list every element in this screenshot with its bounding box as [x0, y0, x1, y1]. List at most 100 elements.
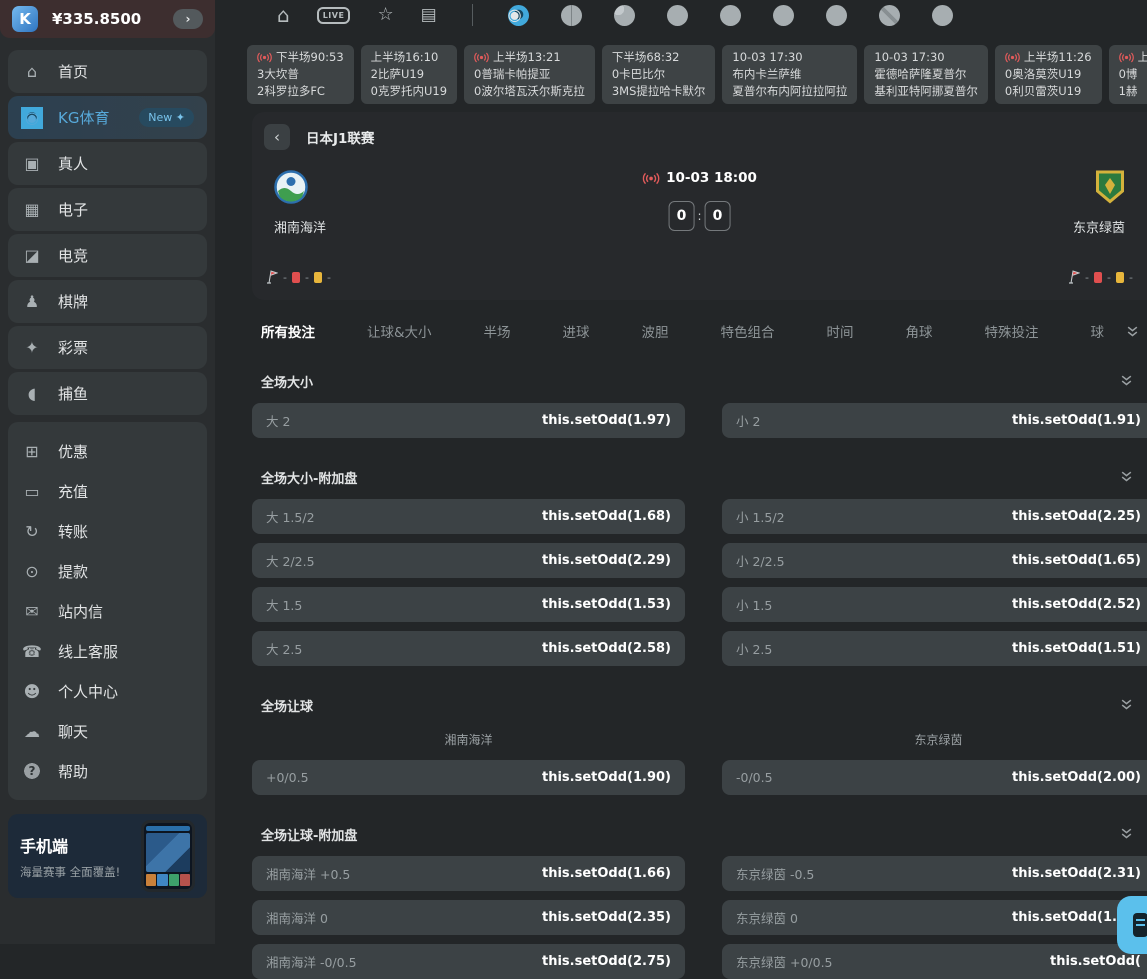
live-icon [257, 52, 272, 63]
corner-flag-icon [266, 270, 278, 284]
badminton-icon[interactable] [667, 5, 688, 26]
bet-option[interactable]: 大 1.5 this.setOdd(1.53) [252, 587, 685, 622]
sidebar-menu-item[interactable]: ⊞ 优惠 [8, 431, 207, 471]
bet-option[interactable]: 小 2.5 this.setOdd(1.51) [722, 631, 1147, 666]
more-tabs-chevron-icon[interactable] [1126, 323, 1139, 342]
sidebar-menu-item[interactable]: ▭ 充值 [8, 471, 207, 511]
handicap-team-headers: 湘南海洋 东京绿茵 [252, 731, 1147, 748]
bet-option[interactable]: 小 2 this.setOdd(1.91) [722, 403, 1147, 438]
sidebar-nav-item[interactable]: ◪ 电竞 [8, 234, 207, 277]
bet-label: -0/0.5 [736, 770, 773, 785]
sidebar-item-label: 转账 [58, 521, 88, 542]
match-card[interactable]: 10-03 17:30 布内卡兰萨维 夏普尔布内阿拉拉阿拉 [722, 45, 857, 104]
sidebar-menu-item[interactable]: ☎ 线上客服 [8, 631, 207, 671]
yellow-card-icon [314, 272, 322, 283]
sidebar-nav-item[interactable]: ▣ 真人 [8, 142, 207, 185]
market-tab[interactable]: 球 [1091, 321, 1105, 341]
bet-option[interactable]: 小 1.5/2 this.setOdd(2.25) [722, 499, 1147, 534]
match-card[interactable]: 下半场68:32 0卡巴比尔 3MS提拉哈卡默尔 [602, 45, 716, 104]
match-away-team: 0波尔塔瓦沃尔斯克拉 [474, 83, 585, 100]
market-tab[interactable]: 让球&大小 [367, 321, 432, 341]
cricket-icon[interactable] [879, 5, 900, 26]
bet-option[interactable]: 东京绿茵 0 this.setOdd(1.64) [722, 900, 1147, 935]
market-tab[interactable]: 所有投注 [261, 321, 315, 341]
baseball-icon[interactable] [614, 5, 635, 26]
hockey-icon[interactable] [932, 5, 953, 26]
bet-label: 东京绿茵 +0/0.5 [736, 952, 833, 971]
sidebar-menu-item[interactable]: ☻ 个人中心 [8, 671, 207, 711]
table-tennis-icon[interactable] [720, 5, 741, 26]
wallet-icon: ▭ [21, 480, 43, 502]
basketball-icon[interactable] [561, 5, 582, 26]
sidebar-menu-item[interactable]: ? 帮助 [8, 751, 207, 791]
sidebar-nav-item[interactable]: ⌂ 首页 [8, 50, 207, 93]
news-icon[interactable]: ▤ [421, 7, 437, 24]
collapse-chevron-icon[interactable] [1120, 468, 1133, 487]
bet-row: 大 1.5/2 this.setOdd(1.68) 小 1.5/2 this.s… [252, 499, 1147, 534]
sidebar-nav-item[interactable]: ▦ 电子 [8, 188, 207, 231]
bet-option[interactable]: 大 2.5 this.setOdd(2.58) [252, 631, 685, 666]
bet-option[interactable]: 小 2/2.5 this.setOdd(1.65) [722, 543, 1147, 578]
match-card[interactable]: 上半场13:21 0普瑞卡帕提亚 0波尔塔瓦沃尔斯克拉 [464, 45, 595, 104]
bet-option[interactable]: 湘南海洋 0 this.setOdd(2.35) [252, 900, 685, 935]
live-icon[interactable]: LIVE [317, 7, 351, 24]
bet-option[interactable]: 大 1.5/2 this.setOdd(1.68) [252, 499, 685, 534]
match-card[interactable]: 上半场 0博 1赫 [1109, 45, 1147, 104]
match-card[interactable]: 下半场90:53 3大坎普 2科罗拉多FC [247, 45, 354, 104]
match-home-team: 0博 [1119, 66, 1147, 83]
bet-option[interactable]: 大 2 this.setOdd(1.97) [252, 403, 685, 438]
bet-option[interactable]: 大 2/2.5 this.setOdd(2.29) [252, 543, 685, 578]
market-tab[interactable]: 时间 [827, 321, 854, 341]
collapse-chevron-icon[interactable] [1120, 372, 1133, 391]
sidebar-nav-item[interactable]: ◉ KG体育 New ✦ [8, 96, 207, 139]
sidebar-menu-item[interactable]: ✉ 站内信 [8, 591, 207, 631]
bet-option[interactable]: +0/0.5 this.setOdd(1.90) [252, 760, 685, 795]
bet-option[interactable]: 湘南海洋 -0/0.5 this.setOdd(2.75) [252, 944, 685, 979]
match-card[interactable]: 上半场16:10 2比萨U19 0克罗托内U19 [361, 45, 457, 104]
collapse-chevron-icon[interactable] [1120, 696, 1133, 715]
brand-card: K ¥335.8500 › [0, 0, 215, 38]
phone-mockup [141, 820, 195, 892]
market-tab[interactable]: 进球 [563, 321, 590, 341]
home-stats: - - - [266, 270, 331, 284]
market-tab[interactable]: 波胆 [642, 321, 669, 341]
match-away-team: 2科罗拉多FC [257, 83, 344, 100]
main-content: ⌂ LIVE ☆ ▤ ◉ 下半场90:53 3大坎普 2科罗拉多FC [215, 0, 1147, 944]
match-card[interactable]: 10-03 17:30 霍德哈萨隆夏普尔 基利亚特阿挪夏普尔 [864, 45, 988, 104]
bet-option[interactable]: 小 1.5 this.setOdd(2.52) [722, 587, 1147, 622]
home-icon[interactable]: ⌂ [277, 5, 290, 25]
mobile-app-promo-banner[interactable]: 手机端 海量赛事 全面覆盖! [8, 814, 207, 898]
bet-option[interactable]: 东京绿茵 -0.5 this.setOdd(2.31) [722, 856, 1147, 891]
section-handicap-extra: 全场让球-附加盘 湘南海洋 +0.5 this.setOdd(1.66) 东京绿… [252, 825, 1147, 979]
slot-icon: ▦ [21, 199, 43, 221]
market-tab[interactable]: 半场 [484, 321, 511, 341]
volleyball-icon[interactable] [826, 5, 847, 26]
divider [472, 4, 473, 26]
betslip-float-button[interactable] [1117, 896, 1147, 954]
market-tab[interactable]: 角球 [906, 321, 933, 341]
sidebar-menu-item[interactable]: ⊙ 提款 [8, 551, 207, 591]
tennis-icon[interactable] [773, 5, 794, 26]
sidebar-menu-item[interactable]: ↻ 转账 [8, 511, 207, 551]
soccer-icon[interactable]: ◉ [508, 5, 529, 26]
sidebar-nav-item[interactable]: ✦ 彩票 [8, 326, 207, 369]
star-icon[interactable]: ☆ [377, 6, 393, 24]
bet-option[interactable]: 东京绿茵 +0/0.5 this.setOdd( [722, 944, 1147, 979]
market-tab[interactable]: 特色组合 [721, 321, 775, 341]
help-icon: ? [21, 760, 43, 782]
bet-option[interactable]: -0/0.5 this.setOdd(2.00) [722, 760, 1147, 795]
sidebar-item-label: 优惠 [58, 441, 88, 462]
market-tab[interactable]: 特殊投注 [985, 321, 1039, 341]
bet-label: 湘南海洋 -0/0.5 [266, 952, 357, 971]
match-card[interactable]: 上半场11:26 0奥洛莫茨U19 0利贝雷茨U19 [995, 45, 1102, 104]
collapse-chevron-icon[interactable] [1120, 825, 1133, 844]
bet-option[interactable]: 湘南海洋 +0.5 this.setOdd(1.66) [252, 856, 685, 891]
sidebar-menu-item[interactable]: ☁ 聊天 [8, 711, 207, 751]
transfer-icon: ↻ [21, 520, 43, 542]
match-home-team: 0普瑞卡帕提亚 [474, 66, 585, 83]
sidebar-nav-item[interactable]: ◖ 捕鱼 [8, 372, 207, 415]
sidebar-expand-button[interactable]: › [173, 9, 203, 29]
away-column-header: 东京绿茵 [722, 731, 1147, 748]
sidebar-nav-item[interactable]: ♟ 棋牌 [8, 280, 207, 323]
back-button[interactable]: ‹ [264, 124, 290, 150]
